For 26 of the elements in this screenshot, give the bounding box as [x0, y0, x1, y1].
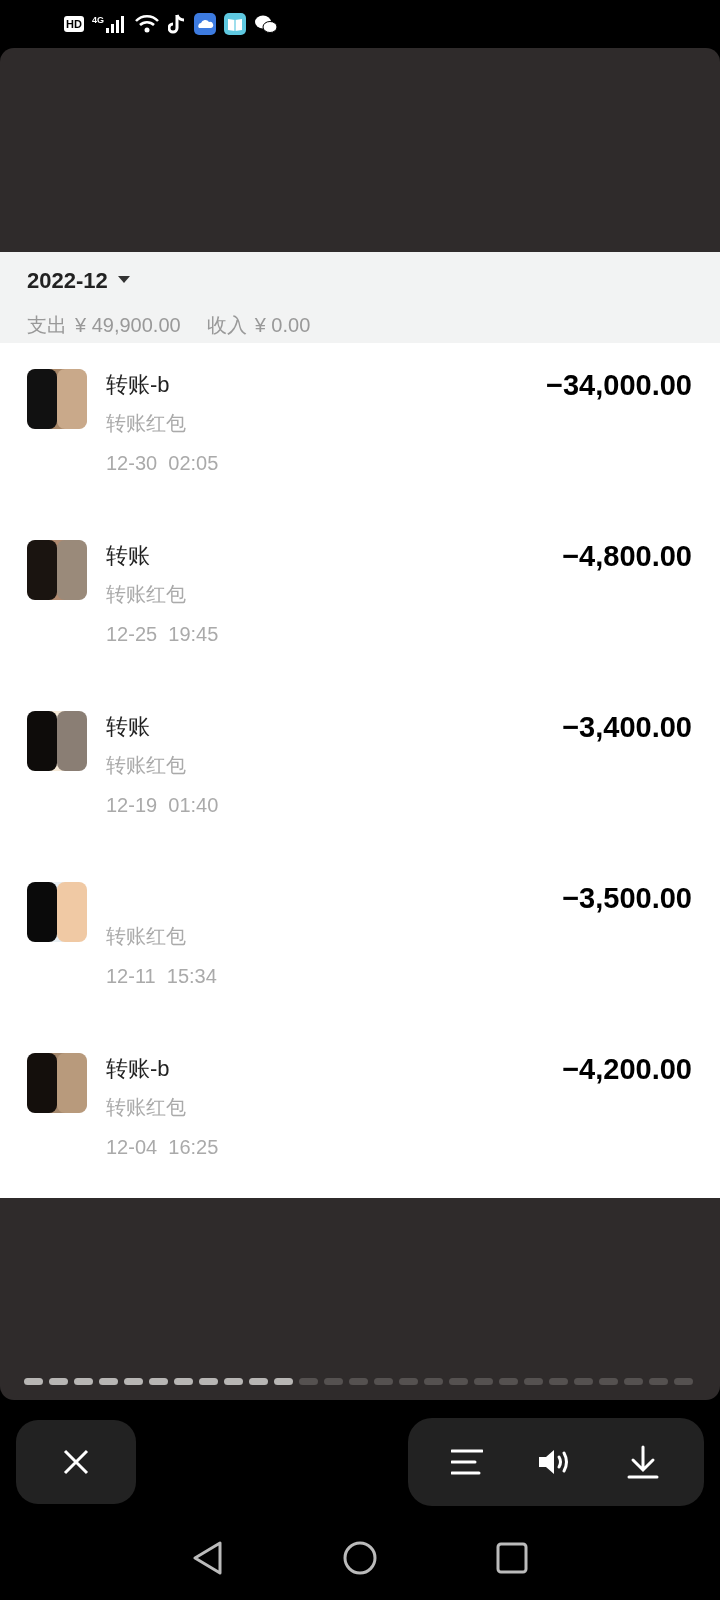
transaction-amount: −34,000.00: [546, 368, 692, 403]
hd-icon: HD: [64, 16, 84, 32]
transaction-time: 12-19 01:40: [106, 793, 220, 818]
transaction-title: 转账-b: [106, 1055, 171, 1083]
income-label: 收入: [206, 313, 247, 338]
transaction-title: 转账-b: [106, 371, 171, 399]
month-selector[interactable]: 2022-12: [27, 263, 108, 297]
transaction-amount: −3,400.00: [562, 710, 692, 745]
transaction-time: 12-11 15:34: [106, 964, 218, 989]
transaction-amount: −3,500.00: [562, 881, 692, 916]
income-amount: ¥ 0.00: [254, 313, 311, 338]
transaction-time: 12-30 02:05: [106, 451, 220, 476]
expense-amount: ¥ 49,900.00: [75, 313, 181, 338]
transaction-type: 转账红包: [106, 753, 187, 778]
transaction-title: 转账: [106, 542, 151, 570]
transaction-title: 转账: [106, 713, 151, 741]
transaction-type: 转账红包: [106, 411, 187, 436]
transaction-time: 12-25 19:45: [106, 622, 220, 647]
transaction-type: 转账红包: [106, 924, 187, 949]
transaction-type: 转账红包: [106, 582, 187, 607]
transaction-type: 转账红包: [106, 1095, 187, 1120]
transaction-amount: −4,800.00: [562, 539, 692, 574]
transaction-time: 12-04 16:25: [106, 1135, 220, 1160]
network-type: 4G: [91, 15, 104, 25]
expense-label: 支出: [27, 313, 67, 338]
transaction-amount: −4,200.00: [562, 1052, 692, 1087]
